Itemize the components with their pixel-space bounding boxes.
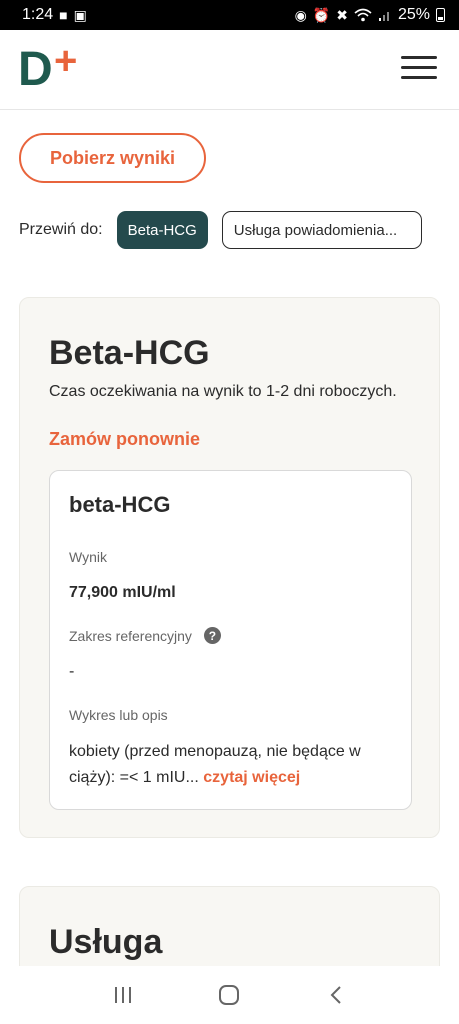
read-more-link[interactable]: czytaj więcej (203, 769, 300, 786)
description-label-text: Wykres lub opis (69, 707, 168, 723)
card-title: Beta-HCG (49, 334, 210, 372)
description-text: kobiety (przed menopauzą, nie będące w c… (69, 739, 389, 791)
home-icon[interactable] (214, 980, 244, 1010)
service-card-title: Usługa (49, 923, 163, 961)
alarm-icon: ⏰ (312, 7, 331, 23)
status-bar-left: 1:24 ■ ▣ (22, 6, 87, 24)
reference-range-label: Zakres referencyjny ? (69, 627, 221, 644)
result-title: beta-HCG (69, 492, 171, 517)
result-detail-panel: beta-HCG Wynik 77,900 mIU/ml Zakres refe… (49, 470, 412, 810)
app-header: D + (0, 30, 459, 110)
menu-line-middle (401, 66, 437, 69)
menu-line-bottom (401, 76, 437, 79)
recent-apps-icon[interactable] (108, 980, 138, 1010)
result-value: 77,900 mIU/ml (69, 584, 176, 601)
result-card: Beta-HCG Czas oczekiwania na wynik to 1-… (19, 297, 440, 838)
battery-percent: 25% (397, 6, 430, 23)
description-label: Wykres lub opis (69, 707, 168, 723)
chip-notification-service[interactable]: Usługa powiadomienia... (221, 211, 422, 249)
result-label: Wynik (69, 549, 107, 565)
logo-letter: D (18, 44, 53, 88)
mute-icon: ✖ (336, 7, 348, 23)
scroll-to-label: Przewiń do: (19, 221, 103, 238)
battery-icon (436, 8, 445, 22)
system-nav-bar (0, 966, 459, 1024)
shopping-bag-icon: ■ (59, 7, 68, 23)
download-results-button[interactable]: Pobierz wyniki (19, 133, 206, 183)
wifi-icon (354, 8, 372, 22)
lock-icon: ◉ (294, 7, 307, 23)
scroll-to-row: Przewiń do: Beta-HCG Usługa powiadomieni… (19, 211, 422, 249)
logo-plus: + (54, 44, 77, 83)
status-bar-right: ◉ ⏰ ✖ 25% (295, 6, 445, 24)
reference-range-value: - (69, 663, 75, 680)
chip-beta-hcg[interactable]: Beta-HCG (116, 211, 208, 249)
back-icon[interactable] (321, 980, 351, 1010)
status-time: 1:24 (22, 6, 54, 23)
status-bar: 1:24 ■ ▣ ◉ ⏰ ✖ 25% (0, 0, 459, 30)
signal-icon (378, 12, 389, 21)
result-label-text: Wynik (69, 549, 107, 565)
card-subtitle: Czas oczekiwania na wynik to 1-2 dni rob… (49, 383, 397, 400)
reorder-link[interactable]: Zamów ponownie (49, 429, 200, 450)
logo[interactable]: D + (18, 44, 88, 88)
help-icon[interactable]: ? (203, 627, 221, 644)
hamburger-menu-icon[interactable] (401, 56, 437, 80)
reference-range-label-text: Zakres referencyjny (69, 627, 192, 644)
gallery-notification-icon: ▣ (73, 7, 87, 23)
menu-line-top (401, 56, 437, 59)
